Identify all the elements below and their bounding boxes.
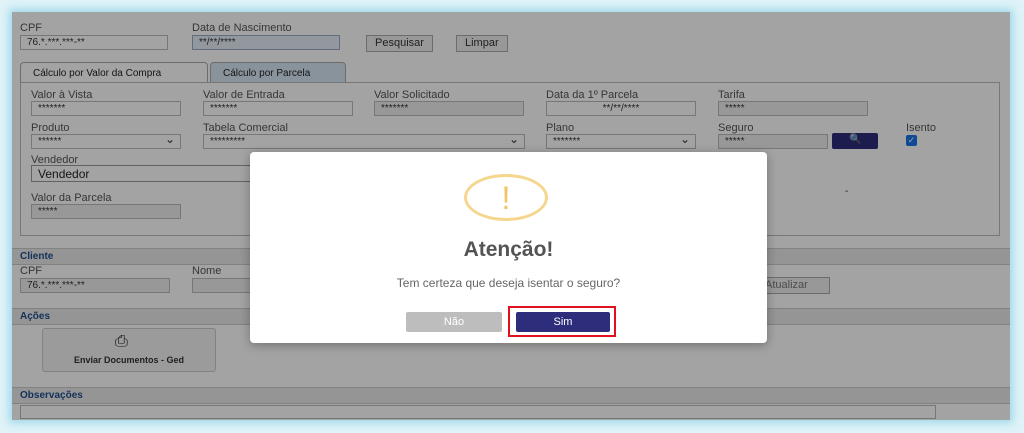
exclamation-warning-icon: ! [464,174,548,221]
app-frame: CPF 76.*.***.***-** Data de Nascimento *… [12,12,1010,420]
dialog-title: Atenção! [463,238,554,261]
no-button[interactable]: Não [406,312,502,332]
dialog-message: Tem certeza que deseja isentar o seguro? [396,276,621,290]
warning-icon-wrapper: ! [464,174,548,221]
yes-button-highlight [508,306,616,337]
